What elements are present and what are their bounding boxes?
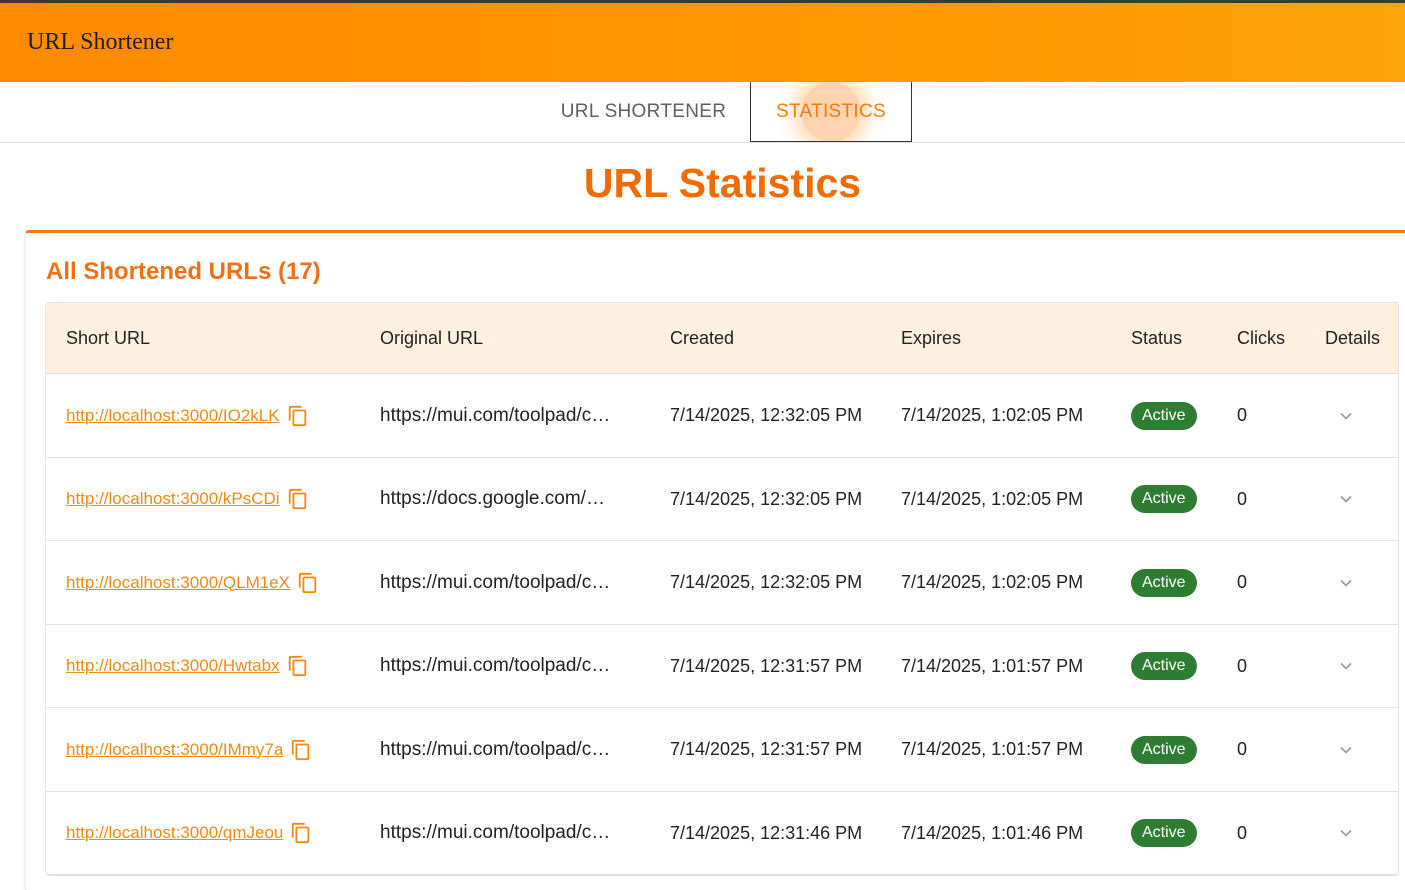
- short-url-cell: http://localhost:3000/Hwtabx: [66, 625, 309, 708]
- header-status: Status: [1131, 328, 1183, 348]
- tab-statistics-label: STATISTICS: [776, 101, 886, 122]
- short-url-link[interactable]: http://localhost:3000/IO2kLK: [66, 406, 280, 426]
- chevron-down-icon[interactable]: [1336, 573, 1356, 593]
- original-url-cell: https://mui.com/toolpad/c…: [380, 738, 611, 760]
- details-cell: [1336, 458, 1356, 541]
- details-cell: [1336, 374, 1356, 457]
- header-clicks: Clicks: [1237, 328, 1285, 348]
- urls-table: Short URL Original URL Created Expires S…: [45, 302, 1399, 876]
- status-badge: Active: [1131, 485, 1197, 513]
- short-url-cell: http://localhost:3000/QLM1eX: [66, 541, 319, 624]
- table-row: http://localhost:3000/qmJeou https://mui…: [46, 792, 1398, 875]
- card-title: All Shortened URLs (17): [46, 258, 321, 285]
- status-badge: Active: [1131, 401, 1197, 430]
- clicks-cell: 0: [1237, 822, 1248, 843]
- clicks-cell: 0: [1237, 488, 1248, 509]
- status-cell: Active: [1131, 625, 1197, 708]
- short-url-cell: http://localhost:3000/qmJeou: [66, 792, 312, 875]
- table-row: http://localhost:3000/kPsCDi https://doc…: [46, 458, 1398, 541]
- tab-bar: URL SHORTENER STATISTICS: [0, 82, 1405, 143]
- table-header: Short URL Original URL Created Expires S…: [46, 303, 1398, 374]
- header-created: Created: [670, 328, 735, 348]
- details-cell: [1336, 541, 1356, 624]
- clicks-cell: 0: [1237, 655, 1248, 676]
- chevron-down-icon[interactable]: [1336, 823, 1356, 843]
- header-original-url: Original URL: [380, 328, 484, 348]
- status-badge: Active: [1131, 735, 1197, 764]
- status-cell: Active: [1131, 541, 1197, 624]
- status-badge: Active: [1131, 652, 1197, 680]
- short-url-cell: http://localhost:3000/IO2kLK: [66, 374, 309, 457]
- clicks-cell: 0: [1237, 405, 1248, 425]
- chevron-down-icon[interactable]: [1336, 406, 1356, 426]
- created-cell: 7/14/2025, 12:32:05 PM: [670, 572, 863, 592]
- original-url-cell: https://mui.com/toolpad/c…: [380, 655, 611, 676]
- copy-icon[interactable]: [287, 654, 309, 678]
- clicks-cell: 0: [1237, 572, 1248, 592]
- table-row: http://localhost:3000/QLM1eX https://mui…: [46, 541, 1398, 625]
- short-url-link[interactable]: http://localhost:3000/qmJeou: [66, 823, 283, 843]
- details-cell: [1336, 792, 1356, 875]
- table-row: http://localhost:3000/Hwtabx https://mui…: [46, 625, 1398, 708]
- tab-statistics[interactable]: STATISTICS: [750, 82, 912, 142]
- copy-icon[interactable]: [290, 738, 312, 762]
- expires-cell: 7/14/2025, 1:01:57 PM: [901, 655, 1084, 676]
- status-badge: Active: [1131, 819, 1197, 847]
- chevron-down-icon[interactable]: [1336, 656, 1356, 676]
- expires-cell: 7/14/2025, 1:01:57 PM: [901, 739, 1084, 759]
- page-title: URL Statistics: [583, 160, 862, 206]
- tab-url-shortener[interactable]: URL SHORTENER: [542, 82, 745, 142]
- expires-cell: 7/14/2025, 1:02:05 PM: [901, 405, 1084, 425]
- original-url-cell: https://mui.com/toolpad/c…: [380, 404, 611, 426]
- chevron-down-icon[interactable]: [1336, 489, 1356, 509]
- short-url-link[interactable]: http://localhost:3000/QLM1eX: [66, 573, 290, 593]
- created-cell: 7/14/2025, 12:31:57 PM: [670, 739, 863, 759]
- table-body: http://localhost:3000/IO2kLK https://mui…: [46, 374, 1398, 875]
- details-cell: [1336, 625, 1356, 708]
- status-cell: Active: [1131, 458, 1197, 541]
- header-short-url: Short URL: [66, 328, 151, 348]
- header-expires: Expires: [901, 328, 962, 348]
- short-url-link[interactable]: http://localhost:3000/IMmy7a: [66, 740, 283, 760]
- created-cell: 7/14/2025, 12:31:57 PM: [670, 655, 863, 676]
- created-cell: 7/14/2025, 12:32:05 PM: [670, 488, 863, 509]
- status-cell: Active: [1131, 374, 1197, 457]
- app-title: URL Shortener: [27, 29, 174, 55]
- copy-icon[interactable]: [287, 404, 309, 428]
- short-url-link[interactable]: http://localhost:3000/Hwtabx: [66, 656, 280, 676]
- status-cell: Active: [1131, 708, 1197, 791]
- created-cell: 7/14/2025, 12:31:46 PM: [670, 822, 863, 843]
- copy-icon[interactable]: [297, 571, 319, 595]
- copy-icon[interactable]: [287, 487, 309, 511]
- original-url-cell: https://mui.com/toolpad/c…: [380, 571, 611, 593]
- expires-cell: 7/14/2025, 1:02:05 PM: [901, 572, 1084, 592]
- details-cell: [1336, 708, 1356, 791]
- status-cell: Active: [1131, 792, 1197, 875]
- expires-cell: 7/14/2025, 1:02:05 PM: [901, 488, 1084, 509]
- short-url-link[interactable]: http://localhost:3000/kPsCDi: [66, 489, 280, 509]
- chevron-down-icon[interactable]: [1336, 740, 1356, 760]
- original-url-cell: https://docs.google.com/…: [380, 488, 605, 509]
- header-details: Details: [1325, 328, 1381, 348]
- app-bar: URL Shortener: [0, 3, 1405, 82]
- table-row: http://localhost:3000/IO2kLK https://mui…: [46, 374, 1398, 458]
- created-cell: 7/14/2025, 12:32:05 PM: [670, 405, 863, 425]
- short-url-cell: http://localhost:3000/IMmy7a: [66, 708, 312, 791]
- table-row: http://localhost:3000/IMmy7a https://mui…: [46, 708, 1398, 792]
- status-badge: Active: [1131, 568, 1197, 597]
- original-url-cell: https://mui.com/toolpad/c…: [380, 822, 611, 843]
- copy-icon[interactable]: [290, 821, 312, 845]
- clicks-cell: 0: [1237, 739, 1248, 759]
- short-url-cell: http://localhost:3000/kPsCDi: [66, 458, 309, 541]
- expires-cell: 7/14/2025, 1:01:46 PM: [901, 822, 1084, 843]
